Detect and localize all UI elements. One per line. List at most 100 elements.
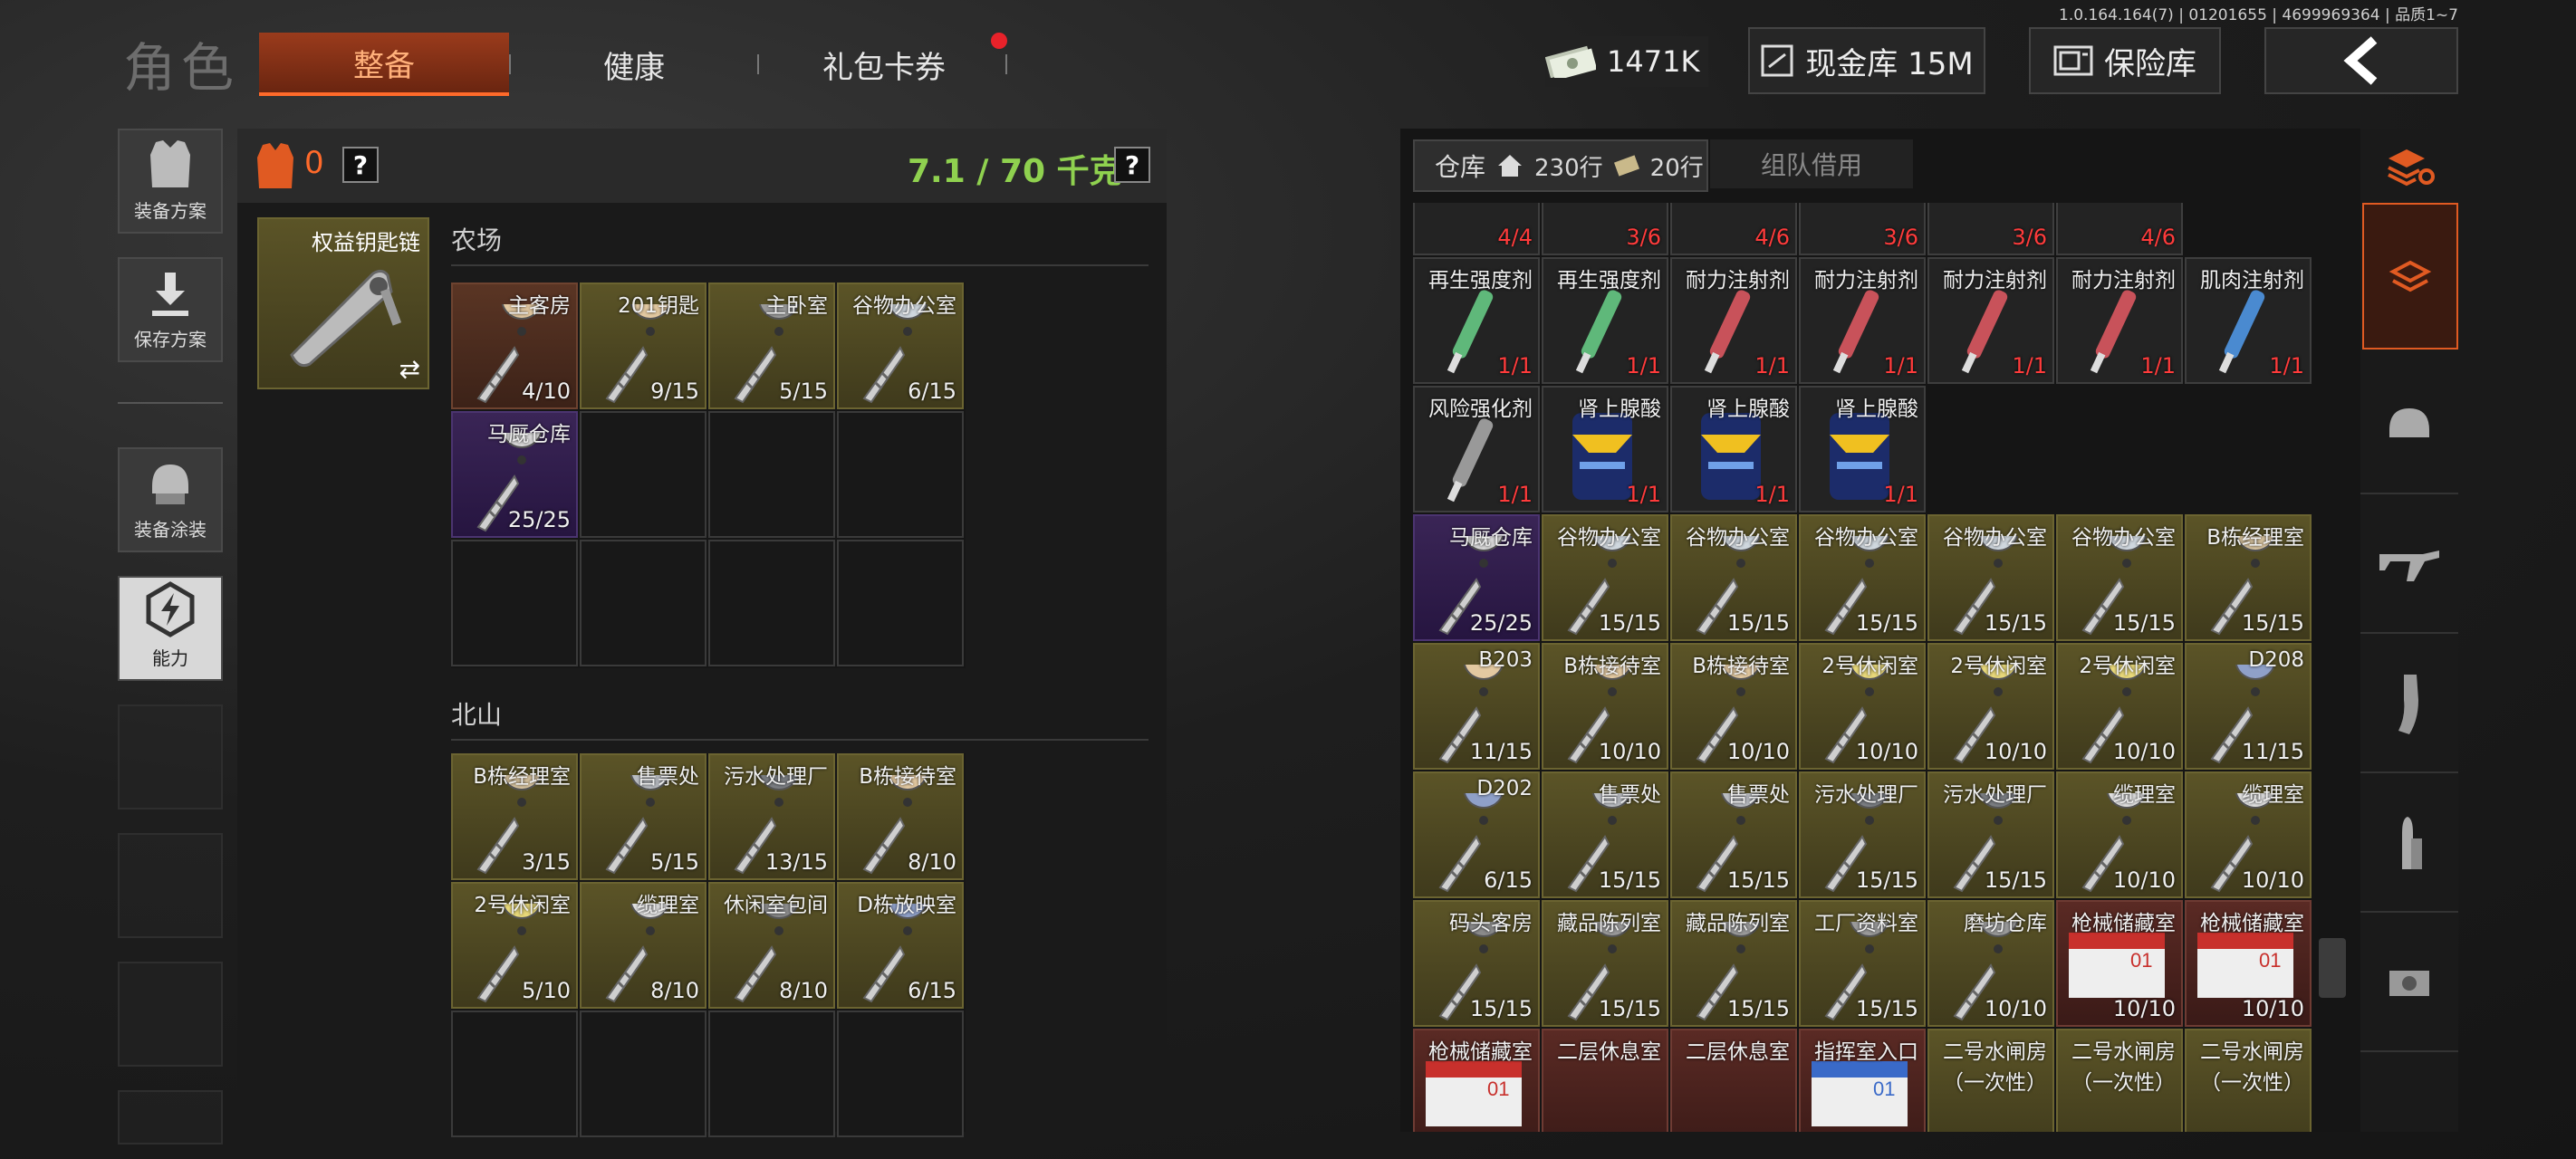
item-slot[interactable]: 污水处理厂 15/15 xyxy=(1927,771,2054,898)
sort-button[interactable] xyxy=(2360,129,2458,203)
item-slot[interactable]: 二号水闸房 （一次性） xyxy=(1927,1029,2054,1132)
cash-vault-button[interactable]: 现金库 15M xyxy=(1748,27,1985,94)
item-slot[interactable]: 主卧室 5/15 xyxy=(708,283,835,409)
item-slot[interactable]: 2号休闲室 10/10 xyxy=(1799,643,1926,770)
tab-health[interactable]: 健康 xyxy=(509,33,759,96)
safe-button[interactable]: 保险库 xyxy=(2029,27,2221,94)
item-slot[interactable]: D202 6/15 xyxy=(1413,771,1540,898)
item-slot[interactable]: 磨坊仓库 10/10 xyxy=(1927,900,2054,1027)
team-borrow-tab[interactable]: 组队借用 xyxy=(1710,139,1913,188)
empty-slot[interactable] xyxy=(2185,203,2312,255)
item-slot[interactable]: 耐力注射剂 1/1 xyxy=(1799,257,1926,384)
item-slot[interactable]: 二层休息室 xyxy=(1670,1029,1797,1132)
item-slot[interactable]: 2号休闲室 10/10 xyxy=(2056,643,2183,770)
item-slot[interactable]: 主客房 4/10 xyxy=(451,283,578,409)
ability-button[interactable]: 能力 xyxy=(118,576,223,681)
empty-slot[interactable] xyxy=(2056,386,2183,512)
item-slot[interactable]: 01 指挥室入口 xyxy=(1799,1029,1926,1132)
category-helmet[interactable] xyxy=(2360,359,2458,494)
item-slot[interactable]: 休闲室包间 8/10 xyxy=(708,882,835,1009)
item-slot[interactable]: B栋接待室 10/10 xyxy=(1670,643,1797,770)
item-slot[interactable]: 耐力注射剂 1/1 xyxy=(1670,257,1797,384)
item-slot[interactable]: 缆理室 10/10 xyxy=(2056,771,2183,898)
weight-help-button[interactable]: ? xyxy=(1114,147,1150,183)
item-slot[interactable]: 谷物办公室 15/15 xyxy=(2056,514,2183,641)
item-slot[interactable]: D208 11/15 xyxy=(2185,643,2312,770)
item-slot[interactable]: 藏品陈列室 15/15 xyxy=(1542,900,1668,1027)
empty-slot[interactable] xyxy=(580,540,706,666)
empty-slot[interactable] xyxy=(451,1011,578,1137)
item-slot[interactable]: 耐力注射剂 1/1 xyxy=(2056,257,2183,384)
item-slot[interactable]: 马厩仓库 25/25 xyxy=(1413,514,1540,641)
item-slot[interactable]: 二号水闸房 （一次性） xyxy=(2056,1029,2183,1132)
category-scope[interactable] xyxy=(2360,916,2458,1052)
keychain-slot[interactable]: 权益钥匙链 ⇄ xyxy=(257,217,429,389)
item-slot[interactable]: 工厂资料室 15/15 xyxy=(1799,900,1926,1027)
item-slot[interactable]: 3/6 xyxy=(1927,203,2054,255)
item-slot[interactable]: 肾上腺酸 1/1 xyxy=(1799,386,1926,512)
save-plan-button[interactable]: 保存方案 xyxy=(118,257,223,362)
item-slot[interactable]: 谷物办公室 15/15 xyxy=(1542,514,1668,641)
item-slot[interactable]: 肾上腺酸 1/1 xyxy=(1542,386,1668,512)
item-slot[interactable]: 谷物办公室 15/15 xyxy=(1927,514,2054,641)
category-rifle[interactable] xyxy=(2360,498,2458,634)
tab-outfit[interactable]: 整备 xyxy=(259,33,509,96)
item-slot[interactable]: 售票处 5/15 xyxy=(580,753,706,880)
empty-slot[interactable] xyxy=(580,411,706,538)
item-slot[interactable]: 01 枪械储藏室 xyxy=(1413,1029,1540,1132)
item-slot[interactable]: 谷物办公室 15/15 xyxy=(1670,514,1797,641)
item-slot[interactable]: 3/6 xyxy=(1542,203,1668,255)
item-slot[interactable]: B203 11/15 xyxy=(1413,643,1540,770)
tab-gift-cards[interactable]: 礼包卡券 xyxy=(759,33,1009,96)
warehouse-tab[interactable]: 仓库 230行 20行 xyxy=(1413,139,1708,192)
item-slot[interactable]: 码头客房 15/15 xyxy=(1413,900,1540,1027)
back-button[interactable] xyxy=(2264,27,2458,94)
item-slot[interactable]: 风险强化剂 1/1 xyxy=(1413,386,1540,512)
item-slot[interactable]: B栋接待室 8/10 xyxy=(837,753,964,880)
item-slot[interactable]: 谷物办公室 6/15 xyxy=(837,283,964,409)
empty-slot[interactable] xyxy=(2185,386,2312,512)
item-slot[interactable]: B栋经理室 3/15 xyxy=(451,753,578,880)
skin-button[interactable]: 装备涂装 xyxy=(118,447,223,552)
item-slot[interactable]: 藏品陈列室 15/15 xyxy=(1670,900,1797,1027)
empty-slot[interactable] xyxy=(708,411,835,538)
empty-slot[interactable] xyxy=(708,1011,835,1137)
item-slot[interactable]: 01 枪械储藏室 10/10 xyxy=(2056,900,2183,1027)
item-slot[interactable]: 4/4 xyxy=(1413,203,1540,255)
category-all[interactable] xyxy=(2362,203,2458,350)
item-slot[interactable]: B栋经理室 15/15 xyxy=(2185,514,2312,641)
item-slot[interactable]: 污水处理厂 15/15 xyxy=(1799,771,1926,898)
category-ammo[interactable] xyxy=(2360,777,2458,913)
item-slot[interactable]: 再生强度剂 1/1 xyxy=(1413,257,1540,384)
empty-slot[interactable] xyxy=(1927,386,2054,512)
item-slot[interactable]: 肾上腺酸 1/1 xyxy=(1670,386,1797,512)
item-slot[interactable]: 肌肉注射剂 1/1 xyxy=(2185,257,2312,384)
empty-slot[interactable] xyxy=(580,1011,706,1137)
empty-slot[interactable] xyxy=(837,540,964,666)
warehouse-scrollbar[interactable] xyxy=(2319,938,2346,998)
item-slot[interactable]: 2号休闲室 5/10 xyxy=(451,882,578,1009)
item-slot[interactable]: 马厩仓库 25/25 xyxy=(451,411,578,538)
item-slot[interactable]: 售票处 15/15 xyxy=(1542,771,1668,898)
item-slot[interactable]: 4/6 xyxy=(2056,203,2183,255)
item-slot[interactable]: B栋接待室 10/10 xyxy=(1542,643,1668,770)
loadout-plan-button[interactable]: 装备方案 xyxy=(118,129,223,234)
item-slot[interactable]: 01 枪械储藏室 10/10 xyxy=(2185,900,2312,1027)
swap-icon[interactable]: ⇄ xyxy=(399,354,420,384)
item-slot[interactable]: 再生强度剂 1/1 xyxy=(1542,257,1668,384)
item-slot[interactable]: 2号休闲室 10/10 xyxy=(1927,643,2054,770)
item-slot[interactable]: 二层休息室 xyxy=(1542,1029,1668,1132)
empty-slot[interactable] xyxy=(837,1011,964,1137)
empty-slot[interactable] xyxy=(708,540,835,666)
item-slot[interactable]: 谷物办公室 15/15 xyxy=(1799,514,1926,641)
empty-slot[interactable] xyxy=(451,540,578,666)
category-magazine[interactable] xyxy=(2360,637,2458,773)
item-slot[interactable]: D栋放映室 6/15 xyxy=(837,882,964,1009)
item-slot[interactable]: 二号水闸房 （一次性） xyxy=(2185,1029,2312,1132)
help-button[interactable]: ? xyxy=(342,147,379,183)
item-slot[interactable]: 201钥匙 9/15 xyxy=(580,283,706,409)
item-slot[interactable]: 耐力注射剂 1/1 xyxy=(1927,257,2054,384)
item-slot[interactable]: 缆理室 8/10 xyxy=(580,882,706,1009)
item-slot[interactable]: 售票处 15/15 xyxy=(1670,771,1797,898)
item-slot[interactable]: 污水处理厂 13/15 xyxy=(708,753,835,880)
